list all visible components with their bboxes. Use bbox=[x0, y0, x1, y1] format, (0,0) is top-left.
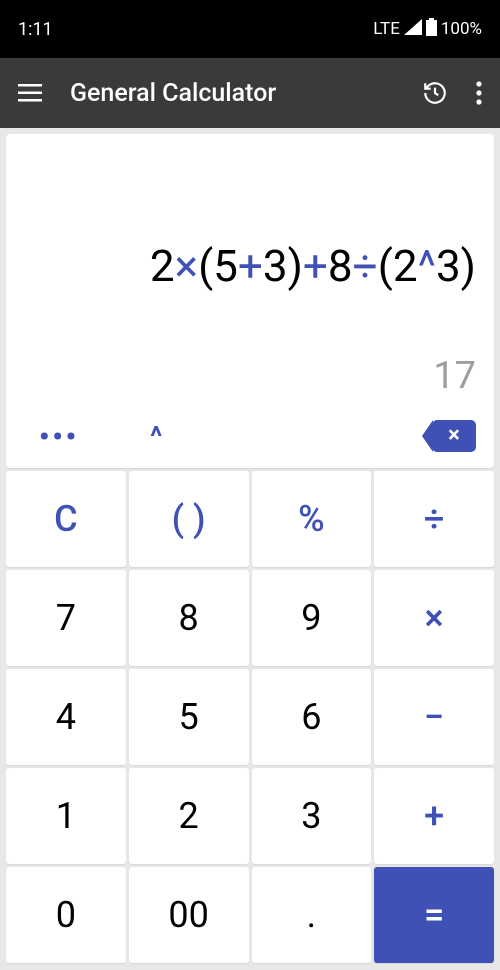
display-panel: 2×(5+3)+8÷(2^3) 17 ••• ^ × bbox=[6, 134, 494, 468]
backspace-button[interactable]: × bbox=[416, 420, 476, 452]
key-2[interactable]: 2 bbox=[129, 768, 249, 864]
key-7[interactable]: 7 bbox=[6, 570, 126, 666]
display-actions: ••• ^ × bbox=[24, 414, 476, 458]
key-9[interactable]: 9 bbox=[252, 570, 372, 666]
key-8[interactable]: 8 bbox=[129, 570, 249, 666]
signal-icon bbox=[404, 19, 422, 40]
battery-icon bbox=[426, 18, 437, 41]
key-5[interactable]: 5 bbox=[129, 669, 249, 765]
status-bar: 1:11 LTE 100% bbox=[0, 0, 500, 58]
history-icon[interactable] bbox=[422, 80, 448, 106]
key-6[interactable]: 6 bbox=[252, 669, 372, 765]
divide-button[interactable]: ÷ bbox=[374, 471, 494, 567]
key-3[interactable]: 3 bbox=[252, 768, 372, 864]
app-title: General Calculator bbox=[70, 79, 394, 108]
parentheses-button[interactable]: ( ) bbox=[129, 471, 249, 567]
plus-button[interactable]: + bbox=[374, 768, 494, 864]
keypad: C ( ) % ÷ 7 8 9 × 4 5 6 − 1 2 3 + 0 00 .… bbox=[0, 471, 500, 969]
app-bar: General Calculator bbox=[0, 58, 500, 128]
equals-button[interactable]: = bbox=[374, 867, 494, 963]
key-1[interactable]: 1 bbox=[6, 768, 126, 864]
key-4[interactable]: 4 bbox=[6, 669, 126, 765]
more-options-button[interactable]: ••• bbox=[24, 420, 94, 453]
menu-icon[interactable] bbox=[18, 84, 42, 102]
minus-button[interactable]: − bbox=[374, 669, 494, 765]
multiply-button[interactable]: × bbox=[374, 570, 494, 666]
battery-label: 100% bbox=[441, 19, 482, 39]
clear-button[interactable]: C bbox=[6, 471, 126, 567]
caret-button[interactable]: ^ bbox=[94, 420, 416, 453]
more-vert-icon[interactable] bbox=[476, 81, 482, 105]
backspace-icon: × bbox=[432, 420, 476, 452]
expression[interactable]: 2×(5+3)+8÷(2^3) bbox=[24, 148, 476, 354]
key-0[interactable]: 0 bbox=[6, 867, 126, 963]
decimal-button[interactable]: . bbox=[252, 867, 372, 963]
key-00[interactable]: 00 bbox=[129, 867, 249, 963]
network-label: LTE bbox=[373, 19, 400, 39]
percent-button[interactable]: % bbox=[252, 471, 372, 567]
result: 17 bbox=[24, 354, 476, 398]
status-time: 1:11 bbox=[18, 19, 53, 40]
status-right: LTE 100% bbox=[373, 18, 482, 41]
